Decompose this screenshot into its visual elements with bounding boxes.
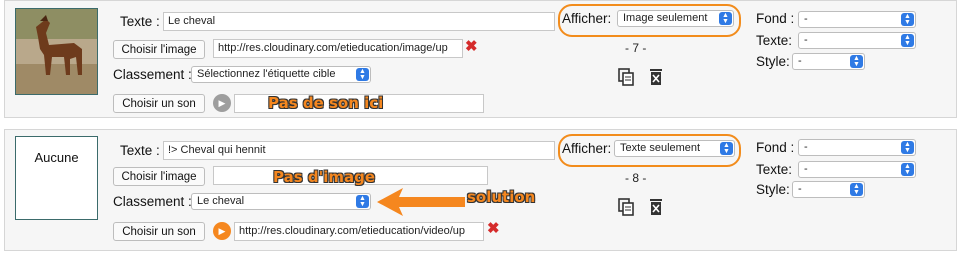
annotation-solution: solution — [467, 188, 536, 206]
texte-input[interactable]: !> Cheval qui hennit — [163, 141, 555, 160]
trash-icon[interactable] — [648, 198, 664, 216]
select-arrows-icon: ▲ ▼ — [901, 34, 914, 47]
image-thumbnail[interactable] — [15, 8, 98, 95]
select-arrows-icon: ▲ ▼ — [901, 141, 914, 154]
annotation-no-sound: Pas de son ici — [268, 94, 384, 112]
delete-image-icon[interactable]: ✖ — [465, 39, 478, 54]
texte-input[interactable]: Le cheval — [163, 12, 555, 31]
style-value: - — [798, 55, 802, 67]
style-label: Style: — [756, 54, 790, 69]
choose-image-button[interactable]: Choisir l'image — [113, 40, 205, 59]
annotation-no-image: Pas d'image — [273, 168, 375, 186]
texte2-label: Texte: — [756, 33, 793, 48]
fond-label: Fond : — [756, 140, 795, 155]
texte2-value: - — [804, 34, 808, 46]
texte2-label: Texte: — [756, 162, 793, 177]
play-icon[interactable]: ▶ — [213, 222, 231, 240]
style-select[interactable]: - ▲ ▼ — [792, 181, 865, 198]
afficher-select[interactable]: Image seulement ▲ ▼ — [617, 10, 734, 27]
afficher-label: Afficher: — [562, 11, 612, 26]
style-value: - — [798, 183, 802, 195]
element-card-7: Texte : Le cheval Choisir l'image http:/… — [4, 0, 957, 118]
select-arrows-icon: ▲ ▼ — [850, 183, 863, 196]
fond-select[interactable]: - ▲ ▼ — [798, 11, 916, 28]
select-arrows-icon: ▲ ▼ — [901, 163, 914, 176]
texte2-value: - — [804, 163, 808, 175]
fond-value: - — [804, 141, 808, 153]
element-card-8: Aucune Texte : !> Cheval qui hennit Choi… — [4, 129, 957, 251]
choose-image-button[interactable]: Choisir l'image — [113, 167, 205, 186]
afficher-value: Texte seulement — [620, 142, 701, 154]
classement-select[interactable]: Le cheval ▲ ▼ — [191, 193, 371, 210]
trash-icon[interactable] — [648, 68, 664, 86]
classement-value: Sélectionnez l'étiquette cible — [197, 68, 336, 80]
sound-url-input[interactable]: http://res.cloudinary.com/etieducation/v… — [234, 222, 484, 241]
texte-label: Texte : — [120, 14, 160, 29]
style-select[interactable]: - ▲ ▼ — [792, 53, 865, 70]
element-counter: - 7 - — [625, 41, 647, 55]
choose-sound-button[interactable]: Choisir un son — [113, 222, 205, 241]
choose-sound-button[interactable]: Choisir un son — [113, 94, 205, 113]
copy-icon[interactable] — [618, 198, 634, 216]
texte2-select[interactable]: - ▲ ▼ — [798, 32, 916, 49]
select-arrows-icon: ▲ ▼ — [356, 195, 369, 208]
fond-select[interactable]: - ▲ ▼ — [798, 139, 916, 156]
afficher-value: Image seulement — [623, 12, 708, 24]
delete-sound-icon[interactable]: ✖ — [487, 221, 500, 236]
fond-value: - — [804, 13, 808, 25]
play-icon[interactable]: ▶ — [213, 94, 231, 112]
style-label: Style: — [756, 182, 790, 197]
afficher-label: Afficher: — [562, 141, 612, 156]
texte-label: Texte : — [120, 143, 160, 158]
image-url-input[interactable]: http://res.cloudinary.com/etieducation/i… — [213, 39, 463, 58]
classement-label: Classement : — [113, 67, 192, 82]
thumbnail-placeholder: Aucune — [34, 149, 79, 165]
classement-value: Le cheval — [197, 195, 245, 207]
select-arrows-icon: ▲ ▼ — [901, 13, 914, 26]
copy-icon[interactable] — [618, 68, 634, 86]
texte2-select[interactable]: - ▲ ▼ — [798, 161, 916, 178]
arrow-left-icon — [377, 188, 465, 216]
select-arrows-icon: ▲ ▼ — [356, 68, 369, 81]
classement-select[interactable]: Sélectionnez l'étiquette cible ▲ ▼ — [191, 66, 371, 83]
horse-photo — [16, 9, 97, 94]
select-arrows-icon: ▲ ▼ — [719, 12, 732, 25]
select-arrows-icon: ▲ ▼ — [720, 142, 733, 155]
classement-label: Classement : — [113, 194, 192, 209]
fond-label: Fond : — [756, 11, 795, 26]
image-thumbnail[interactable]: Aucune — [15, 136, 98, 220]
afficher-select[interactable]: Texte seulement ▲ ▼ — [614, 140, 735, 157]
select-arrows-icon: ▲ ▼ — [850, 55, 863, 68]
element-counter: - 8 - — [625, 171, 647, 185]
